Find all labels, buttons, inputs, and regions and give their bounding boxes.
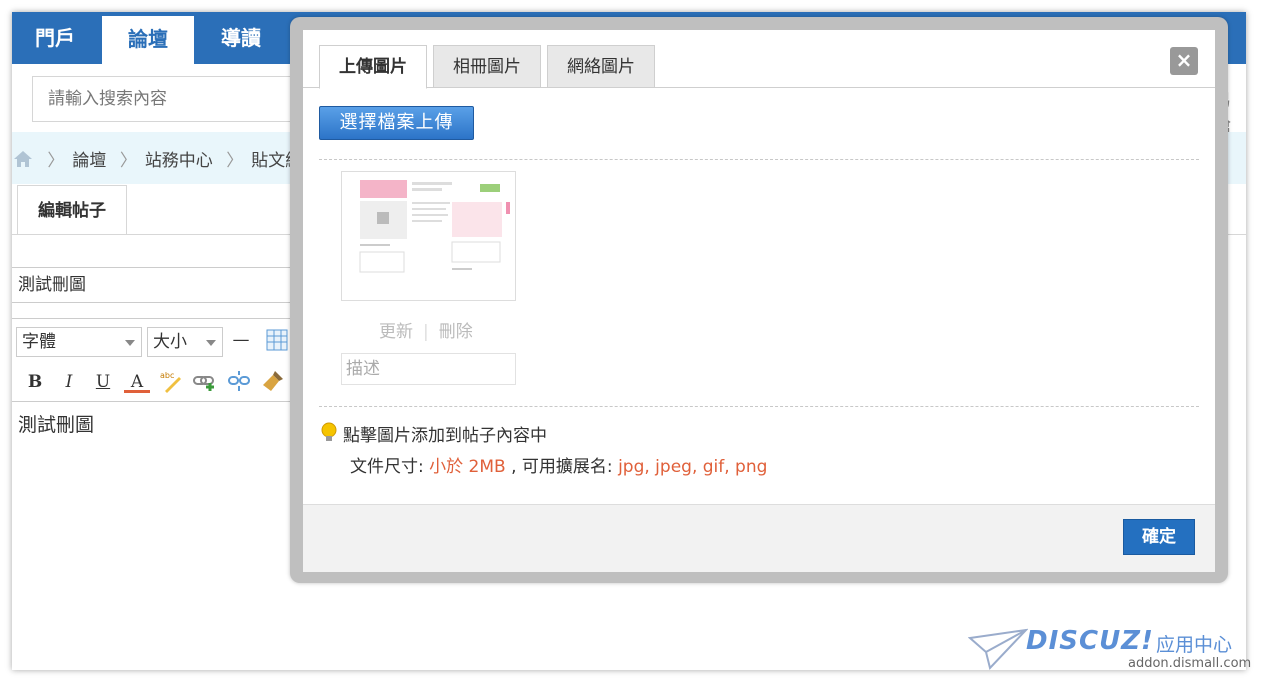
tab-network-image[interactable]: 網絡圖片 [547,45,655,88]
watermark: DISCUZ! 应用中心 addon.dismall.com [968,622,1252,678]
paper-plane-icon [968,628,1028,671]
home-icon[interactable] [12,149,34,169]
divider [319,406,1199,407]
chevron-down-icon [206,340,216,346]
underline-button[interactable]: U [90,369,116,395]
horizontal-rule-icon[interactable]: — [228,327,254,353]
tab-album-image[interactable]: 相冊圖片 [433,45,541,88]
dialog-footer: 確定 [303,504,1215,572]
description-input[interactable]: 描述 [341,353,516,385]
divider [319,159,1199,160]
uploaded-image-thumbnail[interactable] [341,171,516,301]
hint-text: 點擊圖片添加到帖子內容中 [343,426,547,446]
nav-forum[interactable]: 論壇 [102,16,194,64]
thumbnail-image [346,176,511,296]
tab-upload-image[interactable]: 上傳圖片 [319,45,427,89]
breadcrumb-forum[interactable]: 論壇 [72,151,106,171]
hint-row: 點擊圖片添加到帖子內容中 [319,421,547,449]
unlink-icon[interactable] [226,369,252,395]
watermark-app-center: 应用中心 [1156,634,1233,656]
update-link[interactable]: 更新 [379,322,413,342]
dialog-tabs: 上傳圖片 相冊圖片 網絡圖片 × [303,30,1215,89]
font-select[interactable]: 字體 [16,327,142,357]
font-color-button[interactable]: A [124,369,150,393]
watermark-brand: DISCUZ! [1026,626,1154,656]
breadcrumb-service-center[interactable]: 站務中心 [145,151,213,171]
svg-text:abc: abc [160,371,174,380]
thumbnail-actions: 更新 | 刪除 [379,322,473,342]
chevron-down-icon [125,340,135,346]
breadcrumb: 〉論壇 〉站務中心 〉貼文練習 [12,146,319,171]
subject-input[interactable]: 測試刪圖 [12,267,332,303]
delete-link[interactable]: 刪除 [439,322,473,342]
nav-guide[interactable]: 導讀 [198,12,284,64]
image-upload-dialog: 上傳圖片 相冊圖片 網絡圖片 × 選擇檔案上傳 更新 | 刪除 描述 點擊圖片添… [303,30,1215,572]
add-link-icon[interactable] [192,369,218,395]
watermark-url: addon.dismall.com [1128,656,1252,671]
editor-toolbar: 字體 大小 — B I U A abc [12,318,332,402]
italic-button[interactable]: I [56,369,82,395]
size-select[interactable]: 大小 [147,327,223,357]
file-info: 文件尺寸: 小於 2MB , 可用擴展名: jpg, jpeg, gif, pn… [350,452,767,477]
bold-button[interactable]: B [22,369,48,395]
size-label: 文件尺寸: [350,457,424,477]
ext-value: jpg, jpeg, gif, png [618,457,768,477]
clear-format-icon[interactable] [260,369,286,395]
size-value: 小於 2MB [429,457,506,477]
spellcheck-icon[interactable]: abc [158,369,184,395]
lightbulb-icon [319,422,343,449]
editor-body[interactable]: 測試刪圖 [18,410,94,437]
tab-edit-post[interactable]: 編輯帖子 [17,185,127,235]
ext-label: , 可用擴展名: [511,457,613,477]
table-icon[interactable] [264,329,290,355]
choose-file-upload-button[interactable]: 選擇檔案上傳 [319,106,474,140]
confirm-button[interactable]: 確定 [1123,519,1195,555]
close-button[interactable]: × [1170,47,1198,75]
search-input[interactable]: 請輸入搜索內容 [32,76,312,122]
nav-portal[interactable]: 門戶 [12,12,98,64]
